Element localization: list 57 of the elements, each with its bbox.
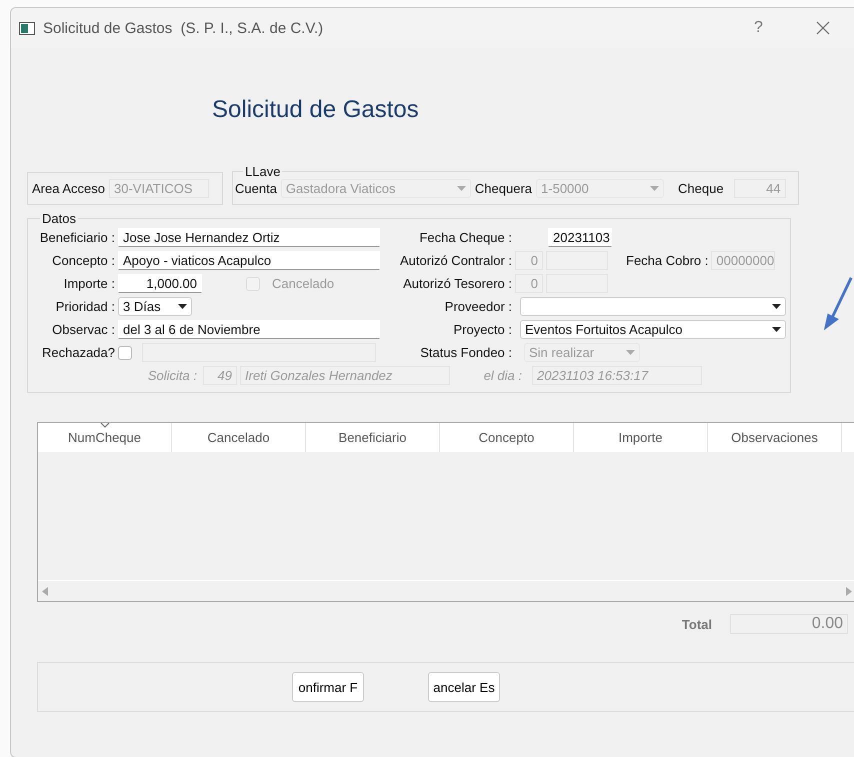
column-header[interactable]: NumCheque [38,423,172,452]
field-label: Observac : [51,322,115,337]
field-label: Fecha Cobro : [626,253,708,268]
field-label: Beneficiario : [38,230,115,245]
field-label: Autorizó Tesorero : [402,276,512,291]
text-field[interactable]: del 3 al 6 de Noviembre [118,320,380,339]
column-header[interactable]: Cancelado [172,423,306,452]
dropdown[interactable]: Eventos Fortuitos Acapulco [520,320,786,339]
close-icon[interactable] [816,21,830,35]
field-label: Rechazada? [41,345,115,360]
scroll-left-icon[interactable] [42,586,48,596]
dropdown-caret-icon [178,304,187,309]
app-icon [19,22,35,34]
field-label: Chequera [474,181,532,196]
dropdown[interactable]: 3 Días [118,297,192,316]
dropdown[interactable] [520,297,786,316]
sort-indicator-icon [100,423,110,428]
field-label: Solicita : [146,368,197,383]
dropdown-caret-icon [456,186,466,191]
dropdown-caret-icon [650,186,660,191]
scroll-right-icon[interactable] [846,586,852,596]
field-label: Autorizó Contralor : [399,253,512,268]
column-header[interactable]: Importe [574,423,708,452]
total-label: Total [682,616,712,632]
checkbox[interactable] [118,346,132,360]
field-label: Status Fondeo : [419,345,512,360]
id-field: 49 [203,366,237,385]
form-heading: Solicitud de Gastos [212,96,419,124]
field-label: Proyecto : [452,322,512,337]
text-field[interactable]: 1,000.00 [118,274,202,293]
field-label: Cancelado [272,276,334,291]
field-label: Importe : [62,276,115,291]
action-button[interactable]: ancelar Es [428,672,500,702]
action-button[interactable]: onfirmar F [292,672,364,702]
field-label: Proveedor : [444,299,512,314]
name-field: Ireti Gonzales Hernandez [240,366,450,385]
field-label: Cheque [678,181,724,196]
text-field[interactable]: Apoyo - viaticos Acapulco [118,251,380,270]
group-legend: Datos [40,211,78,226]
field-label: Fecha Cheque : [418,230,512,245]
dropdown-caret-icon [772,327,781,332]
field-label: Prioridad : [54,299,115,314]
column-header[interactable]: Beneficiario [306,423,440,452]
group-legend: LLave [243,164,282,179]
column-header[interactable]: Observaciones [708,423,842,452]
field-label: Cuenta [235,181,277,196]
text-field[interactable]: 20231103 [548,228,612,247]
column-header[interactable]: Concepto [440,423,574,452]
total-field: 0.00 [730,614,848,634]
dropdown-caret-icon [772,304,781,309]
help-button[interactable]: ? [754,19,774,37]
text-field[interactable]: Jose Jose Hernandez Ortiz [118,228,380,247]
field-label: Concepto : [51,253,115,268]
dropdown-caret-icon [626,350,635,355]
date-field: 20231103 16:53:17 [532,366,702,385]
field-label: Area Acceso [32,181,105,196]
window-title: Solicitud de Gastos (S. P. I., S.A. de C.V.) [43,20,324,36]
